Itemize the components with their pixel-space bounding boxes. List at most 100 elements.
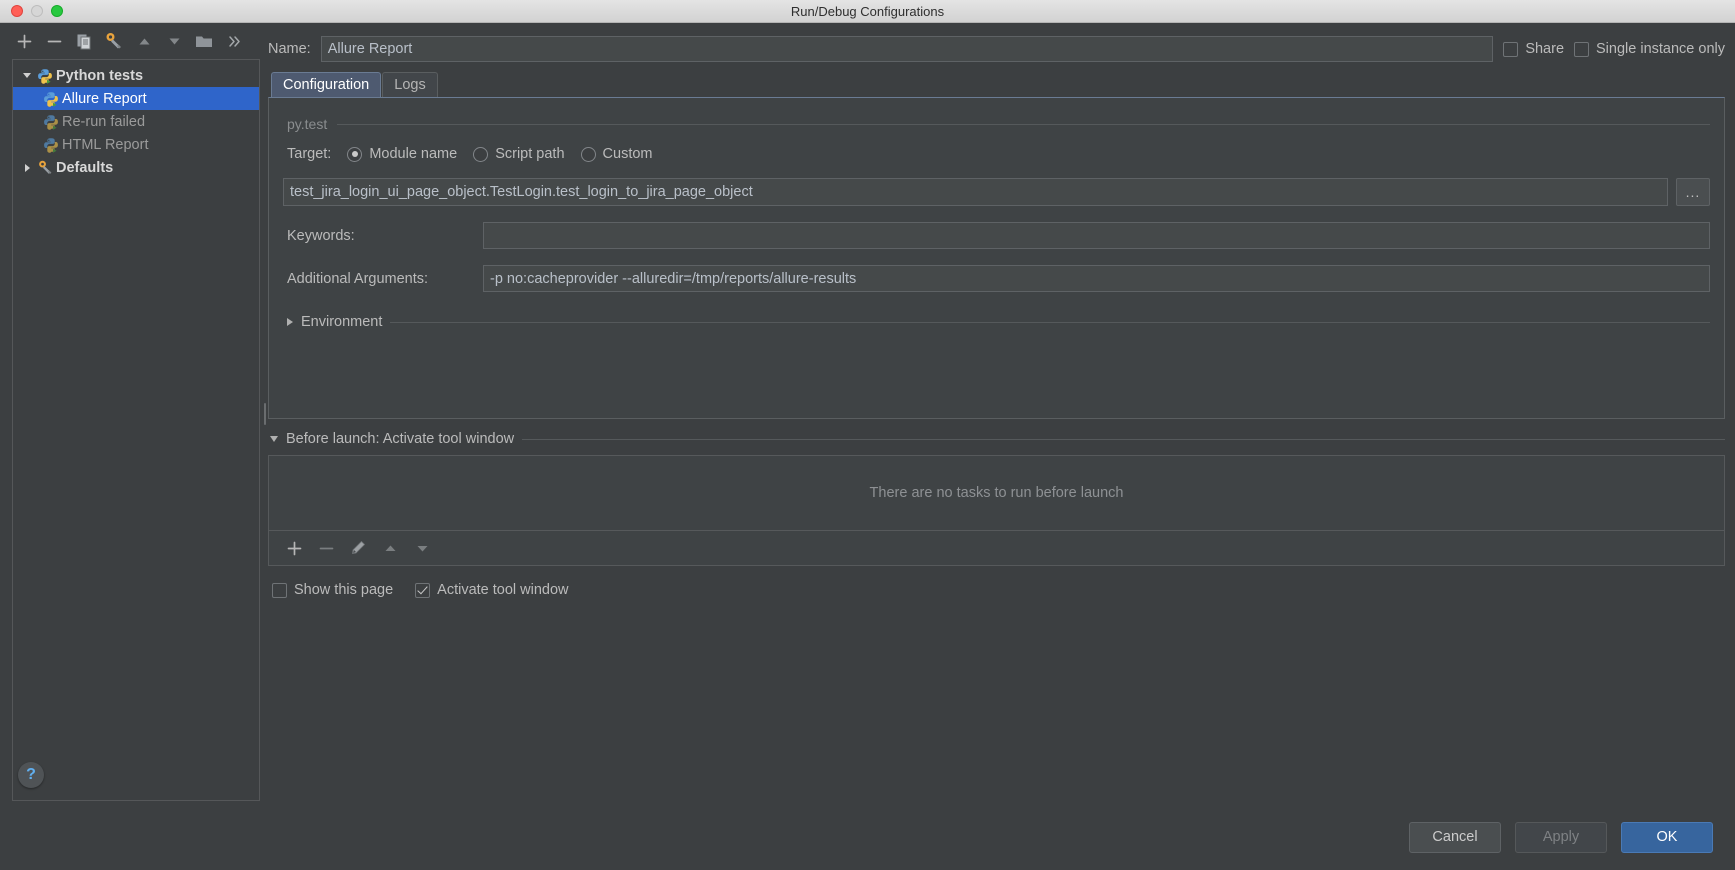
pytest-section-label: py.test bbox=[287, 116, 328, 132]
single-instance-checkbox[interactable] bbox=[1574, 41, 1590, 57]
radio-module-name-indicator[interactable] bbox=[347, 146, 363, 162]
keywords-row: Keywords: bbox=[283, 222, 1710, 249]
target-radio-group: Module name Script path Custom bbox=[331, 146, 653, 162]
name-row: Name: Allure Report Share Single instanc… bbox=[268, 23, 1725, 67]
before-launch-options: Show this page Activate tool window bbox=[268, 582, 1725, 598]
tree-node-label: Python tests bbox=[56, 67, 144, 84]
tree-node-label: Re-run failed bbox=[62, 113, 146, 130]
section-divider bbox=[390, 321, 1710, 323]
tree-node-defaults[interactable]: Defaults bbox=[13, 156, 259, 179]
apply-button[interactable]: Apply bbox=[1515, 821, 1607, 853]
single-instance-checkbox-wrap[interactable]: Single instance only bbox=[1574, 41, 1725, 57]
configurations-toolbar bbox=[0, 23, 262, 59]
single-instance-label: Single instance only bbox=[1596, 41, 1725, 57]
target-input[interactable]: test_jira_login_ui_page_object.TestLogin… bbox=[283, 178, 1668, 206]
show-this-page-checkbox-wrap[interactable]: Show this page bbox=[272, 582, 393, 598]
dialog-footer: Cancel Apply OK bbox=[0, 804, 1735, 870]
keywords-input[interactable] bbox=[483, 222, 1710, 249]
splitter-grip bbox=[264, 402, 266, 425]
radio-module-name-label: Module name bbox=[369, 146, 458, 162]
remove-task-button[interactable] bbox=[313, 536, 339, 560]
show-this-page-checkbox[interactable] bbox=[272, 582, 287, 598]
radio-custom-indicator[interactable] bbox=[580, 146, 596, 162]
create-folder-button[interactable] bbox=[190, 28, 218, 54]
cancel-button[interactable]: Cancel bbox=[1409, 821, 1501, 853]
add-task-button[interactable] bbox=[281, 536, 307, 560]
name-input[interactable]: Allure Report bbox=[320, 36, 1494, 62]
minimize-button[interactable] bbox=[31, 5, 43, 17]
before-launch-toggle[interactable]: Before launch: Activate tool window bbox=[268, 431, 1725, 447]
chevron-down-icon[interactable] bbox=[19, 73, 35, 78]
activate-tool-window-label: Activate tool window bbox=[437, 582, 569, 598]
window-titlebar: Run/Debug Configurations bbox=[0, 0, 1735, 23]
radio-custom-label: Custom bbox=[602, 146, 653, 162]
run-debug-configurations-dialog: Run/Debug Configurations Python tests Al… bbox=[0, 0, 1735, 870]
tab-logs[interactable]: Logs bbox=[382, 72, 438, 97]
section-divider bbox=[522, 438, 1725, 440]
before-launch-empty-text: There are no tasks to run before launch bbox=[869, 485, 1124, 501]
configuration-tab-panel: py.test Target: Module name Script path … bbox=[268, 97, 1725, 419]
name-label: Name: bbox=[268, 41, 311, 57]
radio-custom[interactable]: Custom bbox=[580, 146, 653, 162]
help-button[interactable]: ? bbox=[18, 762, 44, 788]
tree-node-label: Defaults bbox=[56, 159, 114, 176]
more-options-button[interactable] bbox=[220, 28, 248, 54]
chevron-right-icon[interactable] bbox=[19, 163, 35, 172]
python-test-icon bbox=[35, 68, 55, 84]
keywords-label: Keywords: bbox=[287, 227, 355, 244]
dialog-content: Python tests Allure Report Re-run failed… bbox=[0, 23, 1735, 804]
editor-tabs: Configuration Logs bbox=[268, 71, 1725, 97]
target-options-row: Target: Module name Script path Custom bbox=[283, 146, 1710, 162]
radio-script-path-label: Script path bbox=[495, 146, 565, 162]
environment-label: Environment bbox=[301, 314, 383, 330]
python-test-icon bbox=[41, 114, 61, 130]
tree-node-html-report[interactable]: HTML Report bbox=[13, 133, 259, 156]
tree-node-re-run-failed[interactable]: Re-run failed bbox=[13, 110, 259, 133]
target-browse-button[interactable]: ... bbox=[1676, 178, 1710, 206]
close-button[interactable] bbox=[11, 5, 23, 17]
tab-configuration[interactable]: Configuration bbox=[271, 72, 382, 97]
dialog-body: Python tests Allure Report Re-run failed… bbox=[0, 23, 1735, 870]
wrench-icon[interactable] bbox=[100, 28, 128, 54]
radio-script-path[interactable]: Script path bbox=[473, 146, 565, 162]
additional-arguments-input[interactable]: -p no:cacheprovider --alluredir=/tmp/rep… bbox=[483, 265, 1710, 292]
move-task-up-button[interactable] bbox=[377, 536, 403, 560]
share-label: Share bbox=[1525, 41, 1565, 57]
tree-node-python-tests[interactable]: Python tests bbox=[13, 64, 259, 87]
edit-task-button[interactable] bbox=[345, 536, 371, 560]
activate-tool-window-checkbox-wrap[interactable]: Activate tool window bbox=[415, 582, 569, 598]
show-this-page-label: Show this page bbox=[294, 582, 394, 598]
move-task-down-button[interactable] bbox=[409, 536, 435, 560]
before-launch-toolbar bbox=[269, 531, 1724, 565]
configurations-tree[interactable]: Python tests Allure Report Re-run failed… bbox=[12, 59, 260, 801]
move-down-button[interactable] bbox=[160, 28, 188, 54]
ok-button[interactable]: OK bbox=[1621, 821, 1713, 853]
tree-node-allure-report[interactable]: Allure Report bbox=[13, 87, 259, 110]
add-configuration-button[interactable] bbox=[10, 28, 38, 54]
traffic-lights bbox=[0, 5, 63, 17]
question-mark-icon: ? bbox=[26, 766, 36, 783]
before-launch-task-list[interactable]: There are no tasks to run before launch bbox=[269, 456, 1724, 531]
remove-configuration-button[interactable] bbox=[40, 28, 68, 54]
before-launch-box: There are no tasks to run before launch bbox=[268, 455, 1725, 566]
python-test-icon bbox=[41, 137, 61, 153]
radio-script-path-indicator[interactable] bbox=[473, 146, 489, 162]
copy-configuration-button[interactable] bbox=[70, 28, 98, 54]
additional-arguments-label: Additional Arguments: bbox=[287, 270, 429, 287]
chevron-right-icon[interactable] bbox=[287, 318, 293, 326]
before-launch-title: Before launch: Activate tool window bbox=[286, 431, 515, 447]
environment-section-toggle[interactable]: Environment bbox=[283, 314, 1710, 330]
share-checkbox[interactable] bbox=[1503, 41, 1519, 57]
zoom-button[interactable] bbox=[51, 5, 63, 17]
move-up-button[interactable] bbox=[130, 28, 158, 54]
configuration-editor-panel: Name: Allure Report Share Single instanc… bbox=[268, 23, 1735, 804]
configurations-panel: Python tests Allure Report Re-run failed… bbox=[0, 23, 262, 804]
tree-node-label: Allure Report bbox=[62, 90, 147, 107]
wrench-icon bbox=[35, 159, 55, 176]
share-checkbox-wrap[interactable]: Share bbox=[1503, 41, 1564, 57]
activate-tool-window-checkbox[interactable] bbox=[415, 582, 431, 598]
python-test-icon bbox=[41, 91, 61, 107]
chevron-down-icon[interactable] bbox=[270, 436, 278, 442]
before-launch-section: Before launch: Activate tool window Ther… bbox=[268, 431, 1725, 598]
radio-module-name[interactable]: Module name bbox=[347, 146, 457, 162]
